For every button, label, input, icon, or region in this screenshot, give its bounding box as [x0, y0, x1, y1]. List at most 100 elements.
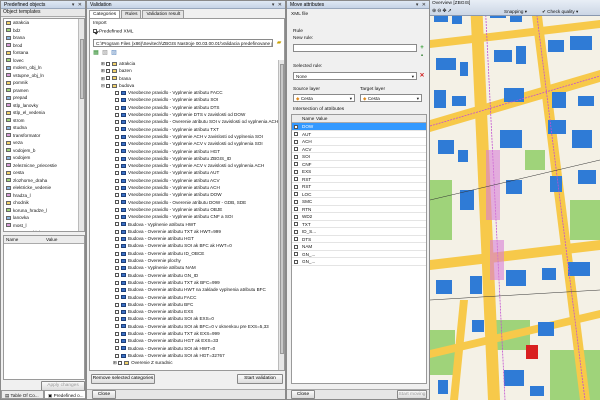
rule-checkbox[interactable] — [115, 156, 119, 161]
rule-checkbox[interactable] — [115, 346, 119, 351]
rule-item[interactable]: Budova - Overenie atributu SOI ak HWT=0 — [93, 345, 279, 352]
close-icon[interactable]: ▾ ✕ — [416, 1, 427, 9]
template-item[interactable]: studna — [4, 124, 84, 132]
attribute-checkbox[interactable] — [294, 184, 298, 189]
tree-scrollbar[interactable] — [278, 60, 284, 370]
rule-item[interactable]: Vseobecne pravidlo - Overenie atributu D… — [93, 199, 279, 206]
rule-item[interactable]: Vseobecne pravidlo - Vyplnenie atributu … — [93, 213, 279, 220]
attribute-row[interactable]: DTS — [292, 236, 426, 243]
rule-checkbox[interactable] — [115, 171, 119, 176]
node-checkbox[interactable] — [106, 61, 111, 66]
object-templates-list[interactable]: atrakcia bdz brana brod fontana lovec molem_ob… — [3, 18, 85, 232]
attribute-checkbox[interactable] — [294, 169, 298, 174]
rule-checkbox[interactable] — [115, 142, 119, 147]
rule-checkbox[interactable] — [115, 236, 119, 241]
template-item[interactable]: lanovka — [4, 214, 84, 222]
attribute-checkbox[interactable] — [294, 132, 298, 137]
rule-item[interactable]: Budova - Overenie atributu TXT ak BFC=99… — [93, 279, 279, 286]
rule-checkbox[interactable] — [115, 112, 119, 117]
attributes-grid[interactable]: Name Value — [3, 235, 85, 380]
attribute-row[interactable]: GN_... — [292, 251, 426, 258]
rule-item[interactable]: Budova - Vyplnenie atributu HWT — [93, 221, 279, 228]
node-checkbox[interactable] — [106, 69, 111, 74]
add-rule-icon[interactable]: + — [419, 45, 425, 51]
rule-checkbox[interactable] — [115, 331, 119, 336]
close-button[interactable]: Close — [291, 390, 315, 399]
rule-item[interactable]: Budova - Overenie atributu ID_OBCE — [93, 250, 279, 257]
rule-item[interactable]: Budova - Overenie atributu HGT — [93, 235, 279, 242]
template-item[interactable]: vstupne_obj_ln — [4, 72, 84, 80]
new-rule-input[interactable] — [293, 44, 417, 52]
rule-item[interactable]: Budova - Overenie atributu SOI ak BFC ak… — [93, 242, 279, 249]
col-name-header[interactable]: Name — [302, 115, 316, 122]
col-name-header[interactable]: Name — [4, 236, 44, 243]
template-item[interactable]: koruna_hradze_l — [4, 207, 84, 215]
attribute-checkbox[interactable] — [294, 229, 298, 234]
rule-item[interactable]: Budova - Overenie atributu EXS — [93, 308, 279, 315]
map-view[interactable]: Overview [ZBGIS] ⊕⊖✥➚ Snapping ▾ ✔ Check… — [430, 0, 600, 400]
rule-item[interactable]: Vseobecne pravidlo - Vyplnenie ACH v zav… — [93, 133, 279, 140]
tab-validation-result[interactable]: Validation result — [142, 10, 185, 18]
tree-icon[interactable]: ▧ — [102, 50, 108, 56]
rule-item[interactable]: Budova - Overenie atributu FACC — [93, 294, 279, 301]
attribute-checkbox[interactable] — [294, 177, 298, 182]
selected-rule-dropdown[interactable]: None ▾ — [293, 72, 417, 80]
source-layer-dropdown[interactable]: ◆ Cesta ▾ — [293, 94, 355, 102]
attribute-checkbox[interactable] — [294, 124, 298, 129]
check-quality-menu[interactable]: ✔ Check quality ▾ — [542, 8, 578, 15]
select-icon[interactable]: ➚ — [448, 8, 453, 14]
rule-item[interactable]: Budova - Overenie atributu SOI ak BFC=0 … — [93, 323, 279, 330]
template-item[interactable]: atrakcia — [4, 19, 84, 27]
attribute-row[interactable]: RST — [292, 183, 426, 191]
rule-checkbox[interactable] — [115, 273, 119, 278]
rule-item[interactable]: Budova - Overenie atributu HGT ak EXS=33 — [93, 337, 279, 344]
expand-all-icon[interactable]: ▨ — [111, 50, 117, 56]
rule-item[interactable]: Vseobecne pravidlo - Vyplnenie ACV v zav… — [93, 162, 279, 169]
rule-checkbox[interactable] — [115, 134, 119, 139]
rule-item[interactable]: Budova - Overenie atributu TXT ak EXS=99… — [93, 330, 279, 337]
node-checkbox[interactable] — [106, 76, 111, 81]
rule-item[interactable]: Budova - Vyplnenie atributu NAM — [93, 264, 279, 271]
template-item[interactable]: transformator — [4, 132, 84, 140]
add-icon[interactable]: ▦ — [93, 50, 99, 56]
template-item[interactable]: pramen — [4, 87, 84, 95]
rule-checkbox[interactable] — [115, 120, 119, 125]
attribute-checkbox[interactable] — [294, 252, 298, 257]
categories-tree[interactable]: ⊞ atrakcia ⊞ bazen ⊞ brana ⊟ budova Vseobec… — [93, 60, 279, 368]
attribute-row[interactable]: AUT — [292, 131, 426, 138]
predefined-xml-option[interactable]: Predefined XML — [93, 29, 133, 34]
template-item[interactable]: brod — [4, 42, 84, 50]
template-item[interactable]: bdz — [4, 27, 84, 35]
rule-checkbox[interactable] — [115, 149, 119, 154]
tree-node[interactable]: ⊟ budova — [93, 82, 279, 89]
tree-node[interactable]: ⊞ bazen — [93, 67, 279, 74]
attribute-checkbox[interactable] — [294, 162, 298, 167]
rule-checkbox[interactable] — [115, 309, 119, 314]
rule-item[interactable]: Vseobecne pravidlo - Vyplnenie atributu … — [93, 169, 279, 176]
rule-item[interactable]: Vseobecne pravidlo - Vyplnenie ACV v zav… — [93, 140, 279, 147]
attribute-row[interactable]: EXS — [292, 168, 426, 176]
attribute-checkbox[interactable] — [294, 147, 298, 152]
template-item[interactable]: brana — [4, 34, 84, 42]
chevron-down-icon[interactable]: ▾ — [412, 73, 414, 79]
attribute-row[interactable]: LOC — [292, 191, 426, 198]
tab-categories[interactable]: Categories — [89, 10, 121, 18]
tree-node[interactable]: ⊞ Overenie Z suradnic — [93, 359, 279, 366]
attribute-row[interactable]: SOI — [292, 153, 426, 161]
attributes-table[interactable]: Name Value DOW AUT ACH ACV SOI CNF EXS RST RST LO… — [291, 114, 427, 384]
template-item[interactable]: molem_obj_ln — [4, 64, 84, 72]
rule-item[interactable]: Budova - Overenie atributu GN_ID — [93, 272, 279, 279]
xml-path-field[interactable]: C:\Program Files (x86)\Sevitech\ZBGIS Na… — [93, 39, 273, 47]
attribute-checkbox[interactable] — [294, 139, 298, 144]
rule-item[interactable]: Budova - Overenie plochy — [93, 257, 279, 264]
tab-predefined-objects[interactable]: ▣ Predefined o... — [44, 390, 85, 399]
rule-item[interactable]: Budova - Overenie atributu BFC — [93, 301, 279, 308]
attribute-row[interactable]: NAM — [292, 243, 426, 251]
attribute-row[interactable]: GN_... — [292, 258, 426, 266]
rule-checkbox[interactable] — [115, 266, 119, 271]
template-item[interactable]: vodojem_b — [4, 147, 84, 155]
rule-item[interactable]: Budova - Overenie atributu TXT ak HWT=99… — [93, 228, 279, 235]
rule-item[interactable]: Vseobecne pravidlo - Vyplnenie DTS v zav… — [93, 111, 279, 118]
rule-checkbox[interactable] — [115, 251, 119, 256]
tree-node[interactable]: ⊞ atrakcia — [93, 60, 279, 67]
